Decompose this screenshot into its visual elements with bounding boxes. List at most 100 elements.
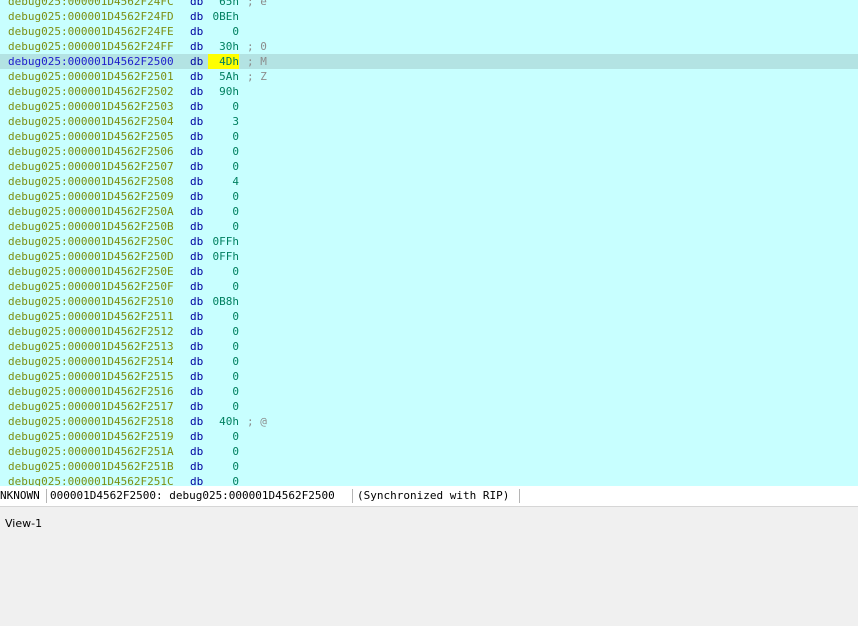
row-operand[interactable]: 0: [208, 24, 239, 39]
listing-row[interactable]: debug025:000001D4562F250D db 0FFh: [0, 249, 858, 264]
row-address[interactable]: debug025:000001D4562F2510: [8, 294, 174, 309]
listing-row[interactable]: debug025:000001D4562F2510 db 0B8h: [0, 294, 858, 309]
row-operand[interactable]: 0BEh: [208, 9, 240, 24]
row-address[interactable]: debug025:000001D4562F2504: [8, 114, 174, 129]
listing-row[interactable]: debug025:000001D4562F2502 db 90h: [0, 84, 858, 99]
listing-row[interactable]: debug025:000001D4562F250B db 0: [0, 219, 858, 234]
row-operand[interactable]: 0: [208, 474, 239, 486]
row-address[interactable]: debug025:000001D4562F2507: [8, 159, 174, 174]
row-operand[interactable]: 0: [208, 204, 239, 219]
row-address[interactable]: debug025:000001D4562F2517: [8, 399, 174, 414]
row-address[interactable]: debug025:000001D4562F24FF: [8, 39, 174, 54]
row-address[interactable]: debug025:000001D4562F2519: [8, 429, 174, 444]
row-operand[interactable]: 4: [208, 174, 239, 189]
row-operand[interactable]: 0: [208, 324, 239, 339]
row-address[interactable]: debug025:000001D4562F250C: [8, 234, 174, 249]
listing-row[interactable]: debug025:000001D4562F2513 db 0: [0, 339, 858, 354]
row-address[interactable]: debug025:000001D4562F250E: [8, 264, 174, 279]
listing-row[interactable]: debug025:000001D4562F250A db 0: [0, 204, 858, 219]
row-operand[interactable]: 0: [208, 264, 239, 279]
row-operand[interactable]: 4Dh: [208, 54, 239, 69]
row-operand[interactable]: 0: [208, 219, 239, 234]
row-address[interactable]: debug025:000001D4562F251C: [8, 474, 174, 486]
row-operand[interactable]: 0: [208, 384, 239, 399]
listing-row[interactable]: debug025:000001D4562F2518 db 40h ; @: [0, 414, 858, 429]
listing-row[interactable]: debug025:000001D4562F250C db 0FFh: [0, 234, 858, 249]
row-address[interactable]: debug025:000001D4562F2506: [8, 144, 174, 159]
row-operand[interactable]: 0: [208, 189, 239, 204]
listing-row[interactable]: debug025:000001D4562F250F db 0: [0, 279, 858, 294]
listing-row[interactable]: debug025:000001D4562F2509 db 0: [0, 189, 858, 204]
row-address[interactable]: debug025:000001D4562F250D: [8, 249, 174, 264]
listing-row[interactable]: debug025:000001D4562F251A db 0: [0, 444, 858, 459]
row-operand[interactable]: 90h: [208, 84, 239, 99]
listing-row-current[interactable]: debug025:000001D4562F2500 db 4Dh ; M: [0, 54, 858, 69]
row-address[interactable]: debug025:000001D4562F2503: [8, 99, 174, 114]
tab-view-1[interactable]: View-1: [0, 511, 52, 537]
listing-row[interactable]: debug025:000001D4562F251B db 0: [0, 459, 858, 474]
row-address[interactable]: debug025:000001D4562F2515: [8, 369, 174, 384]
listing-row[interactable]: debug025:000001D4562F2512 db 0: [0, 324, 858, 339]
row-operand[interactable]: 0FFh: [208, 234, 240, 249]
row-operand[interactable]: 65h: [208, 0, 239, 9]
row-operand[interactable]: 30h: [208, 39, 239, 54]
row-address[interactable]: debug025:000001D4562F2512: [8, 324, 174, 339]
listing-row[interactable]: debug025:000001D4562F2511 db 0: [0, 309, 858, 324]
row-operand[interactable]: 0: [208, 99, 239, 114]
row-address[interactable]: debug025:000001D4562F2509: [8, 189, 174, 204]
listing-row[interactable]: debug025:000001D4562F2514 db 0: [0, 354, 858, 369]
row-address[interactable]: debug025:000001D4562F24FC: [8, 0, 174, 9]
listing-row[interactable]: debug025:000001D4562F24FE db 0: [0, 24, 858, 39]
row-address[interactable]: debug025:000001D4562F250B: [8, 219, 174, 234]
row-address[interactable]: debug025:000001D4562F2508: [8, 174, 174, 189]
listing-row[interactable]: debug025:000001D4562F2507 db 0: [0, 159, 858, 174]
row-operand[interactable]: 0: [208, 129, 239, 144]
row-address[interactable]: debug025:000001D4562F2511: [8, 309, 174, 324]
row-operand[interactable]: 0: [208, 429, 239, 444]
row-address[interactable]: debug025:000001D4562F2505: [8, 129, 174, 144]
row-operand[interactable]: 0: [208, 159, 239, 174]
row-operand[interactable]: 3: [208, 114, 239, 129]
row-operand[interactable]: 0: [208, 444, 239, 459]
listing-row[interactable]: debug025:000001D4562F2504 db 3: [0, 114, 858, 129]
row-operand[interactable]: 0: [208, 399, 239, 414]
listing-row[interactable]: debug025:000001D4562F2515 db 0: [0, 369, 858, 384]
row-address[interactable]: debug025:000001D4562F24FD: [8, 9, 174, 24]
listing-row[interactable]: debug025:000001D4562F2503 db 0: [0, 99, 858, 114]
row-operand[interactable]: 0: [208, 279, 239, 294]
row-address[interactable]: debug025:000001D4562F2501: [8, 69, 174, 84]
row-address[interactable]: debug025:000001D4562F24FE: [8, 24, 174, 39]
listing-row[interactable]: debug025:000001D4562F2501 db 5Ah ; Z: [0, 69, 858, 84]
row-address[interactable]: debug025:000001D4562F2518: [8, 414, 174, 429]
row-address[interactable]: debug025:000001D4562F251B: [8, 459, 174, 474]
row-operand[interactable]: 0: [208, 309, 239, 324]
row-address[interactable]: debug025:000001D4562F2514: [8, 354, 174, 369]
listing-row[interactable]: debug025:000001D4562F250E db 0: [0, 264, 858, 279]
row-address[interactable]: debug025:000001D4562F2513: [8, 339, 174, 354]
row-operand[interactable]: 0B8h: [208, 294, 240, 309]
row-address[interactable]: debug025:000001D4562F250F: [8, 279, 174, 294]
listing-row[interactable]: debug025:000001D4562F2508 db 4: [0, 174, 858, 189]
row-operand[interactable]: 0FFh: [208, 249, 240, 264]
row-operand[interactable]: 0: [208, 339, 239, 354]
listing-row[interactable]: debug025:000001D4562F251C db 0: [0, 474, 858, 486]
row-operand[interactable]: 5Ah: [208, 69, 239, 84]
listing-row[interactable]: debug025:000001D4562F2505 db 0: [0, 129, 858, 144]
listing-row[interactable]: debug025:000001D4562F24FD db 0BEh: [0, 9, 858, 24]
listing-row[interactable]: debug025:000001D4562F2519 db 0: [0, 429, 858, 444]
row-address[interactable]: debug025:000001D4562F250A: [8, 204, 174, 219]
listing-row[interactable]: debug025:000001D4562F2506 db 0: [0, 144, 858, 159]
disassembly-listing[interactable]: debug025:000001D4562F24FC db 65h; e debug02…: [0, 0, 858, 486]
row-address[interactable]: debug025:000001D4562F2516: [8, 384, 174, 399]
row-operand[interactable]: 0: [208, 459, 239, 474]
listing-row[interactable]: debug025:000001D4562F24FC db 65h ; e: [0, 0, 858, 9]
row-operand[interactable]: 0: [208, 369, 239, 384]
row-address[interactable]: debug025:000001D4562F251A: [8, 444, 174, 459]
row-address[interactable]: debug025:000001D4562F2500: [8, 54, 174, 69]
listing-row[interactable]: debug025:000001D4562F2516 db 0: [0, 384, 858, 399]
row-address[interactable]: debug025:000001D4562F2502: [8, 84, 174, 99]
row-operand[interactable]: 0: [208, 144, 239, 159]
row-operand[interactable]: 0: [208, 354, 239, 369]
listing-row[interactable]: debug025:000001D4562F2517 db 0: [0, 399, 858, 414]
row-operand[interactable]: 40h: [208, 414, 239, 429]
